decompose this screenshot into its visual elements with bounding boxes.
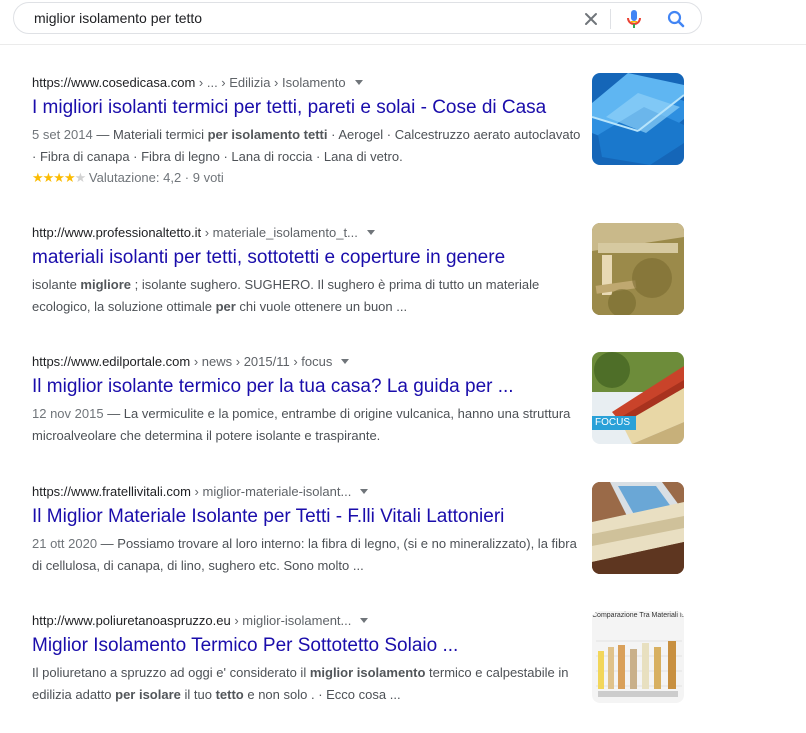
result-snippet: 5 set 2014 — Materiali termici per isola…	[32, 127, 581, 164]
result-snippet: Il poliuretano a spruzzo ad oggi e' cons…	[32, 665, 569, 702]
result-breadcrumb: › news › 2015/11 › focus	[190, 354, 333, 369]
result-breadcrumb: › materiale_isolamento_t...	[201, 225, 358, 240]
result-breadcrumb: › ... › Edilizia › Isolamento	[195, 75, 346, 90]
result-date: 12 nov 2015	[32, 406, 104, 421]
result-breadcrumb: › miglior-materiale-isolant...	[190, 484, 352, 499]
chevron-down-icon[interactable]	[354, 80, 363, 85]
thumbnail-skylight-insulation[interactable]	[592, 482, 684, 574]
chevron-down-icon[interactable]	[341, 359, 350, 364]
result-site: http://www.professionaltetto.it	[32, 225, 202, 240]
search-header	[0, 0, 806, 45]
rating-text: Valutazione: 4,2 · 9 voti	[88, 170, 224, 185]
search-box[interactable]	[13, 2, 702, 34]
result-snippet: isolante migliore ; isolante sughero. SU…	[32, 277, 540, 314]
result-site: https://www.edilportale.com	[32, 354, 191, 369]
search-divider	[610, 9, 611, 29]
thumbnail-cork-insulation-roof[interactable]	[592, 223, 684, 315]
star-rating-icon: ★★★★★	[32, 170, 86, 185]
result-date: 5 set 2014	[32, 127, 93, 142]
thumbnail-blue-insulation-panels[interactable]	[592, 73, 684, 165]
result-snippet: 21 ott 2020 — Possiamo trovare al loro i…	[32, 536, 577, 573]
result-rating: ★★★★★ Valutazione: 4,2 · 9 voti	[32, 168, 692, 188]
chevron-down-icon[interactable]	[360, 489, 369, 494]
result-snippet: 12 nov 2015 — La vermiculite e la pomice…	[32, 406, 571, 443]
thumbnail-insulation-comparison-chart[interactable]: Comparazione Tra Materiali Isola	[592, 611, 684, 703]
thumbnail-roof-section-tiles[interactable]: FOCUS	[592, 352, 684, 444]
search-icon[interactable]	[665, 8, 687, 30]
close-icon[interactable]	[581, 9, 601, 29]
microphone-icon[interactable]	[623, 8, 645, 30]
result-date: 21 ott 2020	[32, 536, 98, 551]
result-breadcrumb: › miglior-isolament...	[230, 613, 352, 628]
chevron-down-icon[interactable]	[360, 618, 369, 623]
chevron-down-icon[interactable]	[366, 230, 375, 235]
result-site: https://www.fratellivitali.com	[32, 484, 191, 499]
search-input[interactable]	[34, 8, 564, 28]
result-site: http://www.poliuretanoaspruzzo.eu	[32, 613, 231, 628]
result-site: https://www.cosedicasa.com	[32, 75, 196, 90]
focus-badge: FOCUS	[595, 417, 630, 428]
